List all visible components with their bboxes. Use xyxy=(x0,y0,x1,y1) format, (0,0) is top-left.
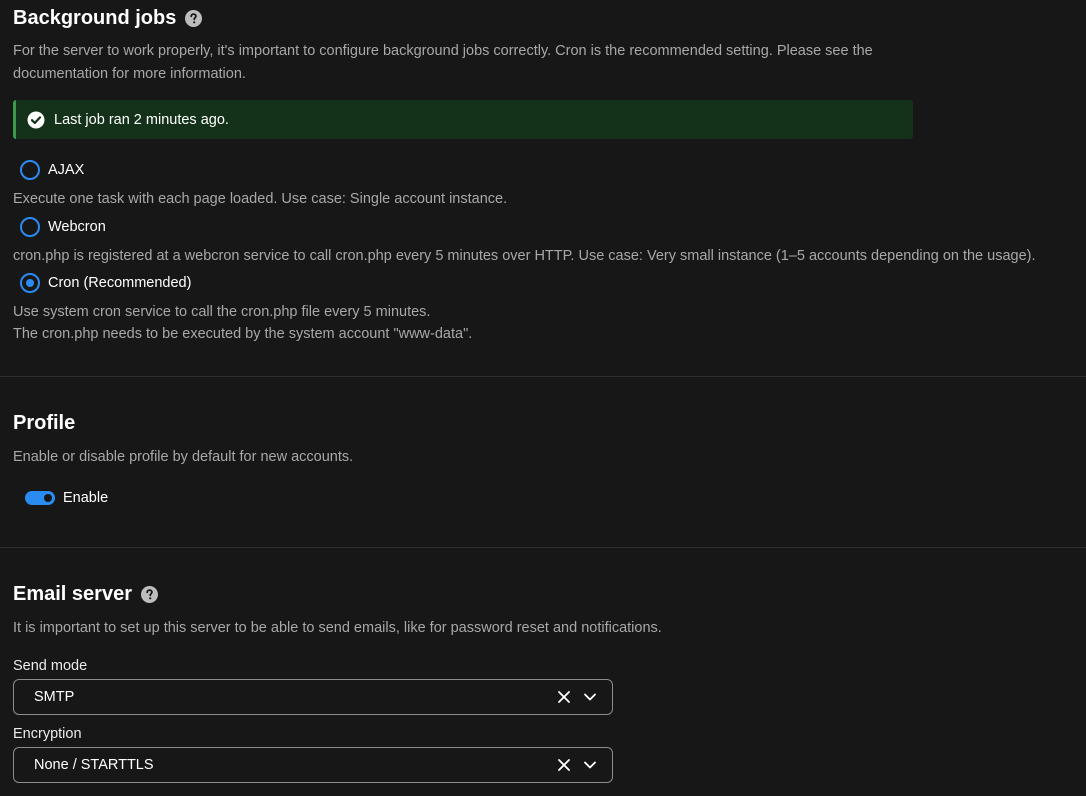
webcron-description: cron.php is registered at a webcron serv… xyxy=(13,248,1036,264)
close-icon[interactable] xyxy=(556,689,572,705)
background-jobs-section: Background jobs For the server to work p… xyxy=(0,0,1086,377)
profile-enable-toggle[interactable]: Enable xyxy=(25,490,108,506)
radio-ajax-indicator[interactable] xyxy=(20,160,40,180)
encryption-select[interactable]: None / STARTTLS xyxy=(13,747,613,783)
help-circle-icon[interactable] xyxy=(185,9,203,27)
encryption-label: Encryption xyxy=(13,726,82,742)
radio-cron[interactable]: Cron (Recommended) xyxy=(20,273,191,293)
profile-title: Profile xyxy=(13,412,76,434)
toggle-switch[interactable] xyxy=(25,491,55,505)
radio-webcron-indicator[interactable] xyxy=(20,217,40,237)
email-server-title: Email server xyxy=(13,582,158,606)
help-circle-icon[interactable] xyxy=(140,585,158,603)
check-circle-icon xyxy=(27,111,45,128)
background-jobs-title: Background jobs xyxy=(13,6,203,30)
send-mode-value: SMTP xyxy=(34,689,75,705)
radio-cron-indicator[interactable] xyxy=(20,273,40,293)
ajax-description: Execute one task with each page loaded. … xyxy=(13,191,508,207)
last-job-text: Last job ran 2 minutes ago. xyxy=(54,111,229,128)
background-jobs-description: For the server to work properly, it's im… xyxy=(13,43,873,82)
encryption-value: None / STARTTLS xyxy=(34,757,154,773)
cron-description: Use system cron service to call the cron… xyxy=(13,304,473,342)
radio-webcron[interactable]: Webcron xyxy=(20,217,106,237)
chevron-down-icon[interactable] xyxy=(582,689,598,705)
last-job-notice: Last job ran 2 minutes ago. xyxy=(13,100,913,139)
profile-description: Enable or disable profile by default for… xyxy=(13,449,354,465)
send-mode-select[interactable]: SMTP xyxy=(13,679,613,715)
section-divider xyxy=(0,547,1086,548)
close-icon[interactable] xyxy=(556,757,572,773)
radio-ajax[interactable]: AJAX xyxy=(20,160,84,180)
section-divider xyxy=(0,376,1086,377)
chevron-down-icon[interactable] xyxy=(582,757,598,773)
email-server-description: It is important to set up this server to… xyxy=(13,620,662,636)
send-mode-label: Send mode xyxy=(13,658,88,674)
toggle-label: Enable xyxy=(63,490,109,506)
